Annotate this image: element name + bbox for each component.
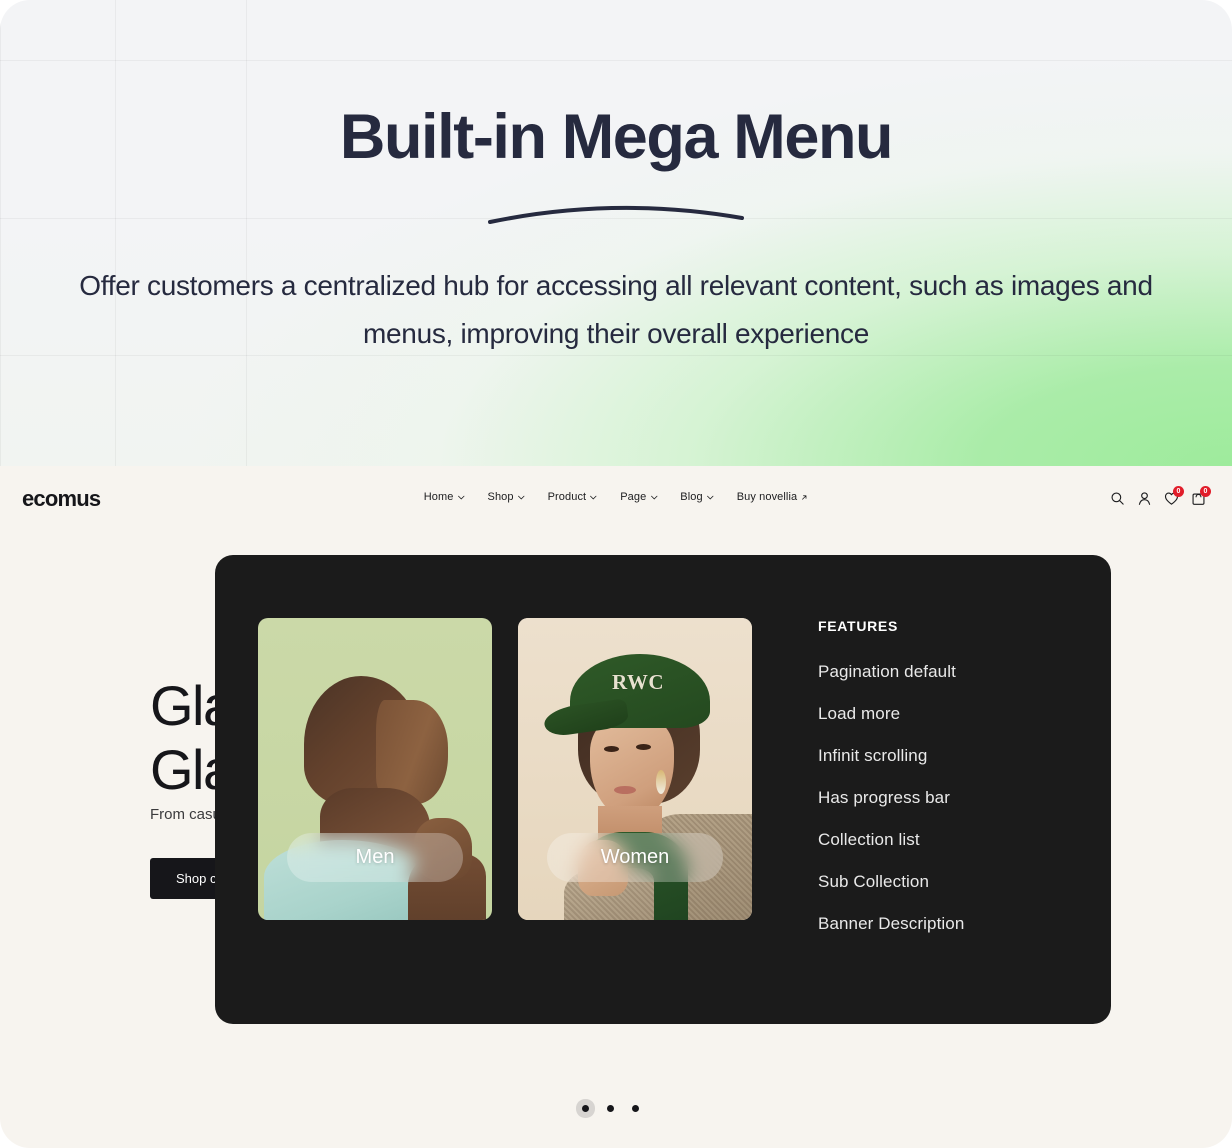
feature-item-infinit-scrolling[interactable]: Infinit scrolling — [818, 746, 1068, 766]
mega-menu-panel: Men RWC Women FEATURES Pagination defaul… — [215, 555, 1111, 1024]
nav-item-buy-novellia[interactable]: Buy novellia — [737, 491, 809, 503]
nav-item-home[interactable]: Home — [424, 491, 465, 503]
navbar-icon-group: 0 0 — [1110, 486, 1211, 506]
nav-item-label: Blog — [680, 491, 703, 503]
title-underline-decoration — [488, 205, 744, 224]
nav-item-page[interactable]: Page — [620, 491, 657, 503]
carousel-pagination — [582, 1105, 639, 1112]
chevron-down-icon — [707, 495, 714, 499]
feature-item-pagination-default[interactable]: Pagination default — [818, 662, 1068, 682]
feature-item-collection-list[interactable]: Collection list — [818, 830, 1068, 850]
feature-item-sub-collection[interactable]: Sub Collection — [818, 872, 1068, 892]
nav-item-shop[interactable]: Shop — [488, 491, 525, 503]
collection-card-label: Women — [547, 833, 723, 882]
chevron-down-icon — [590, 495, 597, 499]
chevron-down-icon — [517, 495, 525, 499]
chevron-down-icon — [457, 495, 465, 499]
cart-bag-icon[interactable]: 0 — [1191, 486, 1211, 506]
account-icon[interactable] — [1137, 491, 1152, 506]
features-list: Pagination default Load more Infinit scr… — [818, 662, 1068, 934]
carousel-dot-2[interactable] — [607, 1105, 614, 1112]
nav-item-product[interactable]: Product — [548, 491, 598, 503]
decorative-grid — [0, 0, 1232, 466]
feature-item-has-progress-bar[interactable]: Has progress bar — [818, 788, 1068, 808]
collection-card-men[interactable]: Men — [258, 618, 492, 920]
nav-item-label: Buy novellia — [736, 491, 798, 503]
site-logo[interactable]: ecomus — [22, 486, 101, 512]
wishlist-count-badge: 0 — [1173, 486, 1184, 497]
feature-item-load-more[interactable]: Load more — [818, 704, 1068, 724]
cart-count-badge: 0 — [1200, 486, 1211, 497]
features-heading: FEATURES — [818, 618, 899, 634]
slide-description: From casu — [150, 806, 221, 823]
page-root: Built-in Mega Menu Offer customers a cen… — [0, 0, 1232, 1148]
hero-section: Built-in Mega Menu Offer customers a cen… — [0, 0, 1232, 466]
carousel-dot-1[interactable] — [582, 1105, 589, 1112]
page-title: Built-in Mega Menu — [339, 102, 894, 172]
cap-logo-text: RWC — [611, 670, 665, 694]
page-subtitle: Offer customers a centralized hub for ac… — [79, 270, 1153, 349]
carousel-dot-3[interactable] — [632, 1105, 639, 1112]
main-navigation: Home Shop Product Page Blog Buy novellia — [424, 491, 808, 503]
feature-item-banner-description[interactable]: Banner Description — [818, 914, 1068, 934]
mega-menu-collection-cards: Men RWC Women — [258, 618, 752, 920]
search-icon[interactable] — [1110, 491, 1125, 506]
arrow-up-right-icon — [802, 494, 807, 500]
wishlist-heart-icon[interactable]: 0 — [1164, 486, 1184, 506]
nav-item-label: Shop — [487, 491, 514, 503]
nav-item-label: Product — [547, 491, 587, 503]
nav-item-blog[interactable]: Blog — [680, 491, 714, 503]
collection-card-women[interactable]: RWC Women — [518, 618, 752, 920]
nav-item-label: Page — [620, 491, 647, 503]
nav-item-label: Home — [423, 491, 454, 503]
site-navbar: ecomus Home Shop Product Page Blog Buy n… — [0, 466, 1232, 532]
collection-card-label: Men — [287, 833, 463, 882]
chevron-down-icon — [650, 495, 657, 499]
mega-menu-features-column: FEATURES Pagination default Load more In… — [818, 618, 1068, 934]
